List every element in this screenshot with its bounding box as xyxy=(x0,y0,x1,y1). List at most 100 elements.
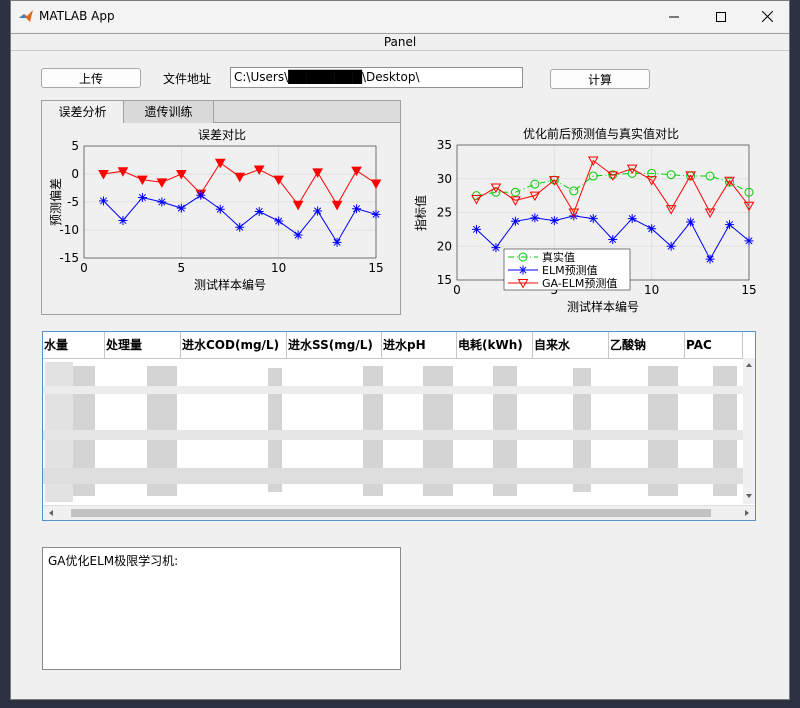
data-point-9 xyxy=(647,224,657,234)
y-tick-label: 35 xyxy=(437,138,452,152)
chart-legend: 真实值ELM预测值GA-ELM预测值 xyxy=(503,248,631,291)
legend-entry: ELM预测值 xyxy=(542,264,598,277)
data-point-7 xyxy=(234,172,246,183)
data-point-8 xyxy=(254,207,264,217)
legend-entry: GA-ELM预测值 xyxy=(542,277,617,290)
y-tick-label: -15 xyxy=(59,251,79,265)
series-2 xyxy=(471,156,755,219)
data-point-4 xyxy=(549,216,559,226)
series-line xyxy=(476,172,750,197)
data-point-5 xyxy=(196,190,206,200)
x-tick-label: 10 xyxy=(644,283,659,297)
column-header[interactable]: 电耗(kWh) xyxy=(457,332,533,358)
title-bar: MATLAB App xyxy=(11,1,789,32)
scroll-arrows-icon xyxy=(746,363,752,498)
window-title: MATLAB App xyxy=(39,9,115,23)
result-text: GA优化ELM极限学习机: xyxy=(48,554,179,568)
horizontal-scrollbar[interactable] xyxy=(43,505,755,520)
maximize-button[interactable] xyxy=(698,1,744,32)
data-point-12 xyxy=(331,200,343,211)
data-point-3 xyxy=(530,179,540,189)
data-point-6 xyxy=(214,158,226,169)
column-header[interactable]: 自来水 xyxy=(533,332,609,358)
data-point-10 xyxy=(292,200,304,211)
tab-genetic-training[interactable]: 遗传训练 xyxy=(124,101,214,123)
maximize-icon xyxy=(716,11,726,22)
close-button[interactable] xyxy=(744,1,790,32)
data-point-1 xyxy=(118,215,128,225)
data-point-14 xyxy=(370,179,382,190)
data-point-14 xyxy=(371,209,381,219)
legend-entry: 真实值 xyxy=(542,250,575,264)
table-header: 水量 处理量 进水COD(mg/L) 进水SS(mg/L) 进水pH 电耗(kWh) 自来水… xyxy=(43,332,755,359)
data-point-10 xyxy=(666,241,676,251)
y-tick-label: 30 xyxy=(437,172,452,186)
result-text-area[interactable]: GA优化ELM极限学习机: xyxy=(42,547,401,670)
minimize-button[interactable] xyxy=(651,1,697,32)
table-body-redacted xyxy=(43,358,743,504)
file-path-label: 文件地址 xyxy=(163,72,212,86)
matlab-logo-icon xyxy=(19,10,33,22)
x-axis-label: 测试样本编号 xyxy=(194,277,266,292)
tab-strip xyxy=(214,101,400,123)
data-point-12 xyxy=(705,254,715,264)
error-chart: 误差对比 0 5 10 1550-5-10-15 测试样本编号 预测偏差 xyxy=(48,128,384,292)
data-point-6 xyxy=(588,214,598,224)
data-point-11 xyxy=(313,206,323,216)
data-point-7 xyxy=(235,222,245,232)
panel-title: Panel xyxy=(11,33,789,51)
comparison-chart: 优化前后预测值与真实值对比 0510153530252015 真实值ELM预测值… xyxy=(413,126,757,314)
data-point-0 xyxy=(98,196,108,206)
y-axis-label: 指标值 xyxy=(413,195,428,231)
app-window: MATLAB App Panel 上传 文件地址 C:\Users\██████… xyxy=(10,0,790,700)
x-tick-label: 5 xyxy=(178,261,186,275)
series-1 xyxy=(98,190,381,247)
x-tick-label: 0 xyxy=(453,283,461,297)
y-tick-label: -5 xyxy=(67,195,79,209)
column-header[interactable]: PAC xyxy=(685,332,743,358)
data-point-14 xyxy=(744,236,754,246)
column-header[interactable]: 水量 xyxy=(43,332,105,358)
compute-button[interactable]: 计算 xyxy=(550,69,650,89)
column-header[interactable]: 进水SS(mg/L) xyxy=(287,332,382,358)
column-header[interactable]: 处理量 xyxy=(105,332,181,358)
y-axis-label: 预测偏差 xyxy=(48,178,63,226)
data-point-4 xyxy=(176,203,186,213)
data-point-6 xyxy=(215,204,225,214)
data-point-3 xyxy=(157,197,167,207)
data-point-11 xyxy=(686,217,696,227)
minimize-icon xyxy=(669,16,679,17)
chart-title: 优化前后预测值与真实值对比 xyxy=(523,126,679,141)
data-table[interactable]: 水量 处理量 进水COD(mg/L) 进水SS(mg/L) 进水pH 电耗(kWh) 自来水… xyxy=(42,331,756,521)
x-tick-label: 15 xyxy=(741,283,756,297)
scroll-thumb-icon xyxy=(49,509,749,517)
series-0 xyxy=(471,168,754,201)
x-tick-label: 15 xyxy=(368,261,383,275)
data-point-1 xyxy=(491,243,501,253)
series-line xyxy=(476,159,750,214)
data-point-8 xyxy=(253,165,265,176)
file-path-field[interactable]: C:\Users\████████\Desktop\ xyxy=(230,67,523,88)
x-tick-label: 10 xyxy=(271,261,286,275)
tab-group: 误差分析 遗传训练 误差对比 0 5 10 15 5 0 -5 -10 -15 测试样本编号 预… xyxy=(41,100,401,315)
data-point-12 xyxy=(332,237,342,247)
x-axis-label: 测试样本编号 xyxy=(567,299,639,314)
data-point-legend-1 xyxy=(518,265,528,275)
chart-title: 误差对比 xyxy=(198,128,246,142)
data-point-9 xyxy=(274,216,284,226)
data-point-0 xyxy=(471,224,481,234)
data-point-7 xyxy=(608,235,618,244)
data-point-2 xyxy=(137,193,147,203)
vertical-scrollbar[interactable] xyxy=(743,358,755,504)
data-point-10 xyxy=(293,230,303,240)
data-point-8 xyxy=(627,214,637,224)
column-header[interactable]: 乙酸钠 xyxy=(609,332,685,358)
column-header[interactable]: 进水pH xyxy=(382,332,457,358)
data-point-3 xyxy=(156,178,168,188)
data-point-5 xyxy=(569,186,579,196)
column-header[interactable]: 进水COD(mg/L) xyxy=(181,332,287,358)
tab-error-analysis[interactable]: 误差分析 xyxy=(42,101,124,123)
upload-button[interactable]: 上传 xyxy=(41,68,141,88)
data-point-2 xyxy=(510,216,520,226)
y-tick-label: 25 xyxy=(437,206,452,220)
